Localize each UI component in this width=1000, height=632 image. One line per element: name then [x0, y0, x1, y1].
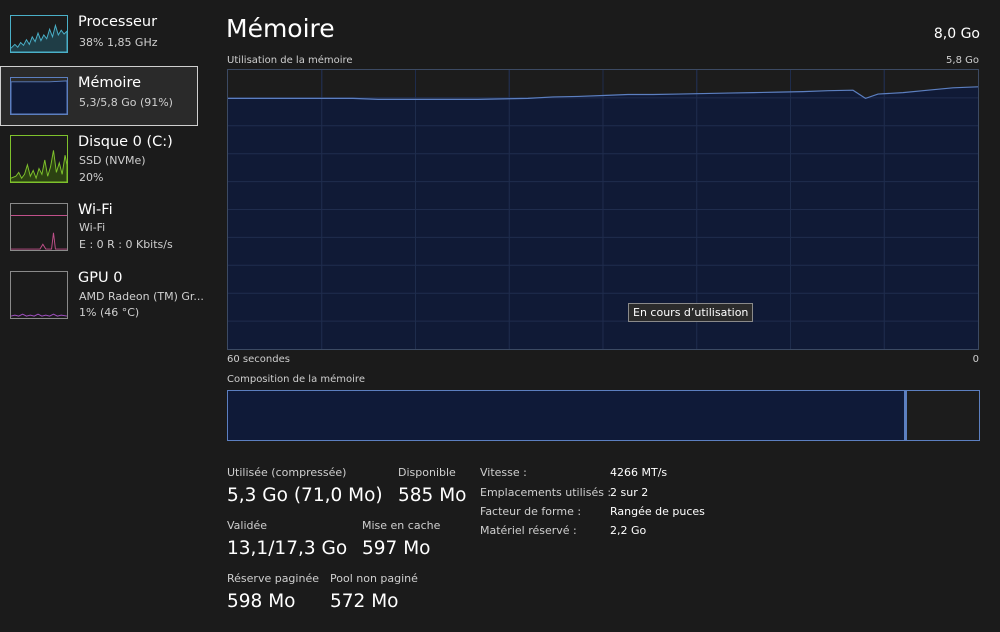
memory-composition-bar[interactable] — [227, 390, 980, 441]
sidebar-item-label: Mémoire — [78, 75, 142, 91]
graph-time-end: 0 — [972, 354, 979, 365]
sidebar-item-label: Processeur — [78, 14, 158, 30]
sidebar-item-wifi[interactable]: Wi-Fi Wi-Fi E : 0 R : 0 Kbits/s — [0, 198, 198, 258]
stat-nonpaged-label: Pool non paginé — [330, 572, 418, 585]
stat-paged-label: Réserve paginée — [227, 572, 319, 585]
wifi-thumbnail-graph — [10, 203, 68, 251]
graph-tooltip: En cours d’utilisation — [628, 303, 754, 322]
sidebar-item-disk[interactable]: Disque 0 (C:) SSD (NVMe) 20% — [0, 130, 198, 190]
spec-form-factor-value: Rangée de puces — [610, 505, 705, 518]
sidebar-item-detail: AMD Radeon (TM) Gr... — [79, 290, 204, 303]
spec-slots-label: Emplacements utilisés : — [480, 486, 612, 499]
composition-label: Composition de la mémoire — [227, 374, 365, 385]
spec-speed-label: Vitesse : — [480, 466, 527, 479]
spec-form-factor-label: Facteur de forme : — [480, 505, 582, 518]
sidebar-item-label: Disque 0 (C:) — [78, 134, 173, 150]
memory-usage-chart — [228, 70, 978, 349]
page-title: Mémoire — [226, 14, 335, 43]
stat-committed-value: 13,1/17,3 Go — [227, 538, 348, 559]
sidebar-item-detail: Wi-Fi — [79, 221, 106, 234]
cpu-thumbnail-graph — [10, 15, 68, 53]
sidebar-item-memory[interactable]: Mémoire 5,3/5,8 Go (91%) — [0, 66, 198, 126]
spec-speed-value: 4266 MT/s — [610, 466, 668, 479]
stat-paged-value: 598 Mo — [227, 591, 296, 612]
disk-thumbnail-graph — [10, 135, 68, 183]
spec-slots-value: 2 sur 2 — [610, 486, 649, 499]
sidebar-item-detail: 5,3/5,8 Go (91%) — [79, 96, 173, 109]
stat-cached-label: Mise en cache — [362, 519, 441, 532]
gpu-thumbnail-graph — [10, 271, 68, 319]
composition-in-use-segment[interactable] — [228, 391, 907, 440]
memory-panel: Mémoire 8,0 Go Utilisation de la mémoire… — [205, 0, 1000, 632]
stat-used-label: Utilisée (compressée) — [227, 466, 347, 479]
sidebar-item-cpu[interactable]: Processeur 38% 1,85 GHz — [0, 2, 198, 62]
stat-available-label: Disponible — [398, 466, 456, 479]
graph-time-start: 60 secondes — [227, 354, 290, 365]
stat-nonpaged-value: 572 Mo — [330, 591, 399, 612]
stat-used-value: 5,3 Go (71,0 Mo) — [227, 485, 383, 506]
sidebar-item-detail: 1% (46 °C) — [79, 306, 140, 319]
spec-reserved-value: 2,2 Go — [610, 524, 647, 537]
stat-committed-label: Validée — [227, 519, 268, 532]
sidebar-item-label: GPU 0 — [78, 270, 123, 286]
stat-available-value: 585 Mo — [398, 485, 467, 506]
stat-cached-value: 597 Mo — [362, 538, 431, 559]
usage-graph-max: 5,8 Go — [946, 55, 979, 66]
composition-standby-segment[interactable] — [906, 391, 979, 440]
sidebar-item-detail: E : 0 R : 0 Kbits/s — [79, 238, 173, 251]
usage-graph-label: Utilisation de la mémoire — [227, 55, 353, 66]
sidebar-item-label: Wi-Fi — [78, 202, 113, 218]
total-memory: 8,0 Go — [933, 26, 980, 42]
spec-reserved-label: Matériel réservé : — [480, 524, 577, 537]
sidebar: Processeur 38% 1,85 GHz Mémoire 5,3/5,8 … — [0, 0, 205, 632]
sidebar-item-detail: 38% 1,85 GHz — [79, 36, 158, 49]
sidebar-item-detail: SSD (NVMe) — [79, 154, 146, 167]
memory-thumbnail-graph — [10, 77, 68, 115]
memory-usage-graph[interactable]: En cours d’utilisation — [227, 69, 979, 350]
sidebar-item-gpu[interactable]: GPU 0 AMD Radeon (TM) Gr... 1% (46 °C) — [0, 266, 204, 326]
sidebar-item-detail: 20% — [79, 171, 104, 184]
